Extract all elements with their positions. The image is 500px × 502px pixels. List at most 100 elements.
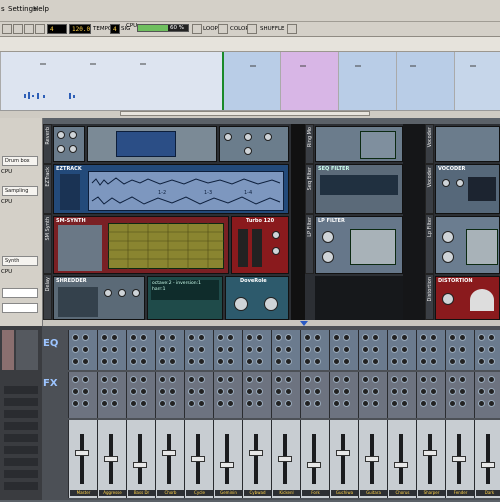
fx-knob[interactable] <box>488 388 495 395</box>
fx-knob[interactable] <box>72 376 79 383</box>
fx-knob[interactable] <box>459 400 466 407</box>
eq-knob[interactable] <box>275 358 282 365</box>
fx-knob[interactable] <box>401 376 408 383</box>
knob[interactable] <box>442 179 450 187</box>
eq-knob[interactable] <box>101 346 108 353</box>
eq-knob[interactable] <box>275 346 282 353</box>
eq-knob[interactable] <box>82 334 89 341</box>
eq-knob[interactable] <box>314 358 321 365</box>
fader-knob[interactable] <box>307 462 321 468</box>
fx-knob[interactable] <box>256 400 263 407</box>
fader-track[interactable] <box>254 434 258 484</box>
fx-knob[interactable] <box>111 400 118 407</box>
knob[interactable] <box>272 247 280 255</box>
eq-knob[interactable] <box>459 346 466 353</box>
eq-knob[interactable] <box>198 358 205 365</box>
eq-knob[interactable] <box>285 346 292 353</box>
eq-knob[interactable] <box>227 358 234 365</box>
eq-knob[interactable] <box>314 334 321 341</box>
eq-knob[interactable] <box>101 358 108 365</box>
fx-knob[interactable] <box>140 388 147 395</box>
fx-knob[interactable] <box>72 388 79 395</box>
eq-knob[interactable] <box>459 358 466 365</box>
eq-knob[interactable] <box>304 334 311 341</box>
fx-knob[interactable] <box>478 376 485 383</box>
fader-knob[interactable] <box>162 450 176 456</box>
fx-knob[interactable] <box>314 388 321 395</box>
fx-knob[interactable] <box>420 400 427 407</box>
fx-knob[interactable] <box>285 400 292 407</box>
fx-knob[interactable] <box>101 400 108 407</box>
fader-track[interactable] <box>486 434 490 484</box>
drum-fader[interactable] <box>252 229 262 267</box>
fx-knob[interactable] <box>198 376 205 383</box>
knob[interactable] <box>69 145 77 153</box>
knob[interactable] <box>322 231 334 243</box>
fader-track[interactable] <box>428 434 432 484</box>
eq-knob[interactable] <box>430 346 437 353</box>
loop-toggle-button[interactable] <box>218 24 228 34</box>
fader-track[interactable] <box>80 434 84 484</box>
fx-knob[interactable] <box>343 388 350 395</box>
fx-knob[interactable] <box>111 388 118 395</box>
fader-knob[interactable] <box>191 456 205 462</box>
fx-knob[interactable] <box>391 376 398 383</box>
fx-knob[interactable] <box>304 388 311 395</box>
fx-knob[interactable] <box>159 388 166 395</box>
knob[interactable] <box>132 289 140 297</box>
fx-knob[interactable] <box>217 400 224 407</box>
eq-knob[interactable] <box>478 346 485 353</box>
eq-knob[interactable] <box>130 358 137 365</box>
eq-knob[interactable] <box>391 346 398 353</box>
eq-knob[interactable] <box>343 346 350 353</box>
fx-knob[interactable] <box>275 388 282 395</box>
fx-knob[interactable] <box>285 376 292 383</box>
fx-knob[interactable] <box>343 400 350 407</box>
fader-knob[interactable] <box>365 456 379 462</box>
fx-knob[interactable] <box>169 388 176 395</box>
knob[interactable] <box>456 179 464 187</box>
fx-knob[interactable] <box>488 376 495 383</box>
fx-knob[interactable] <box>227 400 234 407</box>
fader-knob[interactable] <box>394 462 408 468</box>
fader-track[interactable] <box>225 434 229 484</box>
fx-knob[interactable] <box>275 400 282 407</box>
fader-track[interactable] <box>138 434 142 484</box>
fx-knob[interactable] <box>188 376 195 383</box>
eq-knob[interactable] <box>449 358 456 365</box>
fx-knob[interactable] <box>72 400 79 407</box>
copy-icon[interactable] <box>13 24 23 34</box>
fx-knob[interactable] <box>362 400 369 407</box>
fx-knob[interactable] <box>111 376 118 383</box>
fx-knob[interactable] <box>420 376 427 383</box>
loop-start-button[interactable] <box>192 24 202 34</box>
knob[interactable] <box>322 251 334 263</box>
eq-knob[interactable] <box>217 358 224 365</box>
fx-knob[interactable] <box>169 400 176 407</box>
fx-knob[interactable] <box>256 376 263 383</box>
redo-icon[interactable] <box>35 24 45 34</box>
fx-knob[interactable] <box>478 400 485 407</box>
fx-knob[interactable] <box>430 388 437 395</box>
eq-knob[interactable] <box>169 334 176 341</box>
eq-knob[interactable] <box>111 334 118 341</box>
fader-knob[interactable] <box>481 462 495 468</box>
eq-knob[interactable] <box>488 358 495 365</box>
eq-knob[interactable] <box>217 334 224 341</box>
fx-knob[interactable] <box>82 388 89 395</box>
eq-knob[interactable] <box>101 334 108 341</box>
fx-knob[interactable] <box>285 388 292 395</box>
preset-field[interactable] <box>2 303 38 313</box>
menu-item-help[interactable]: Help <box>33 5 49 13</box>
eq-knob[interactable] <box>256 334 263 341</box>
fx-knob[interactable] <box>304 376 311 383</box>
eq-knob[interactable] <box>333 334 340 341</box>
eq-knob[interactable] <box>333 346 340 353</box>
eq-knob[interactable] <box>246 334 253 341</box>
fx-knob[interactable] <box>488 400 495 407</box>
eq-knob[interactable] <box>420 346 427 353</box>
eq-knob[interactable] <box>478 358 485 365</box>
eq-knob[interactable] <box>159 334 166 341</box>
eq-knob[interactable] <box>275 334 282 341</box>
fader-knob[interactable] <box>423 450 437 456</box>
